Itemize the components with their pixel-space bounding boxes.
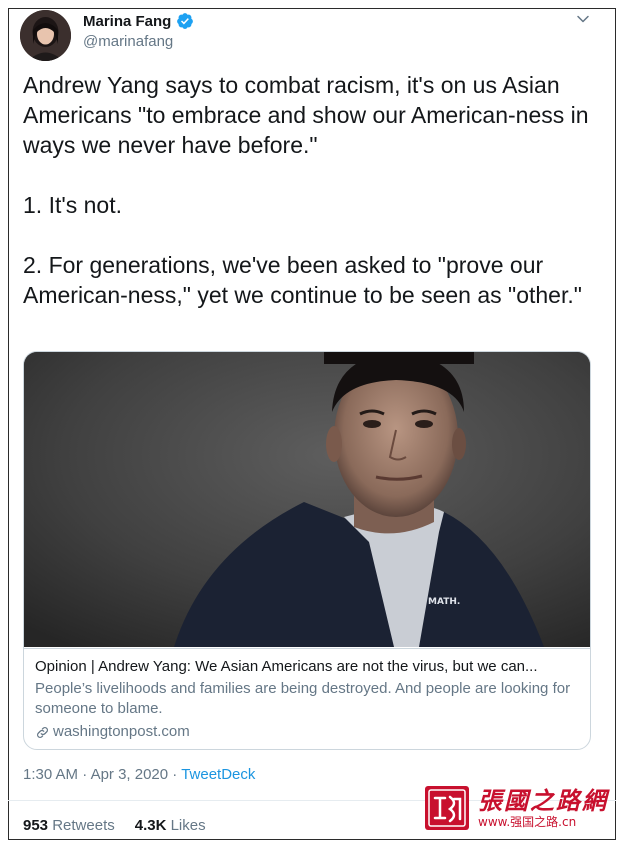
chevron-down-icon[interactable] [576, 12, 590, 26]
meta-separator: · [168, 766, 182, 783]
tweet-paragraph: Andrew Yang says to combat racism, it's … [23, 72, 589, 158]
shirt-logo-text: MATH. [428, 597, 460, 607]
card-description: People’s livelihoods and families are be… [35, 680, 571, 717]
andrew-yang-portrait: MATH. [24, 352, 590, 647]
retweets-count: 953 [23, 817, 49, 834]
tweet-time[interactable]: 1:30 AM [23, 766, 78, 783]
watermark-url: www.强国之路.cn [478, 815, 577, 829]
card-domain: washingtonpost.com [53, 723, 190, 740]
likes-count: 4.3K [134, 817, 167, 834]
link-icon [37, 726, 48, 738]
tweet-paragraph: 1. It's not. [23, 192, 122, 218]
author-handle[interactable]: @marinafang [83, 33, 173, 50]
author-name-row[interactable]: Marina Fang [83, 12, 194, 30]
likes-label: Likes [170, 817, 206, 834]
verified-badge-icon [177, 13, 194, 29]
retweets-label: Retweets [52, 817, 115, 834]
likes-stat[interactable]: 4.3K Likes [135, 817, 206, 834]
card-body[interactable]: Opinion | Andrew Yang: We Asian American… [24, 648, 590, 749]
watermark: 張國之路網 www.强国之路.cn [424, 780, 616, 836]
meta-separator: · [78, 766, 91, 783]
tweet-source-link[interactable]: TweetDeck [181, 766, 255, 783]
tweet-stats: 953 Retweets 4.3K Likes [23, 817, 206, 834]
tweet-meta: 1:30 AM · Apr 3, 2020 · TweetDeck [23, 766, 255, 783]
link-preview-card[interactable]: MATH. Opinion | Andrew Yang: We Asian Am… [23, 351, 591, 750]
retweets-stat[interactable]: 953 Retweets [23, 817, 115, 834]
author-display-name[interactable]: Marina Fang [83, 13, 171, 30]
tweet-date[interactable]: Apr 3, 2020 [91, 766, 169, 783]
avatar-image [20, 10, 71, 61]
tweet-text: Andrew Yang says to combat racism, it's … [23, 70, 593, 310]
card-title: Opinion | Andrew Yang: We Asian American… [35, 658, 538, 675]
card-domain-row: washingtonpost.com [35, 722, 581, 742]
tweet-paragraph: 2. For generations, we've been asked to … [23, 252, 582, 308]
avatar[interactable] [20, 10, 71, 61]
watermark-seal-icon [425, 786, 469, 830]
watermark-title: 張國之路網 [478, 786, 608, 815]
card-image[interactable]: MATH. [24, 352, 590, 647]
